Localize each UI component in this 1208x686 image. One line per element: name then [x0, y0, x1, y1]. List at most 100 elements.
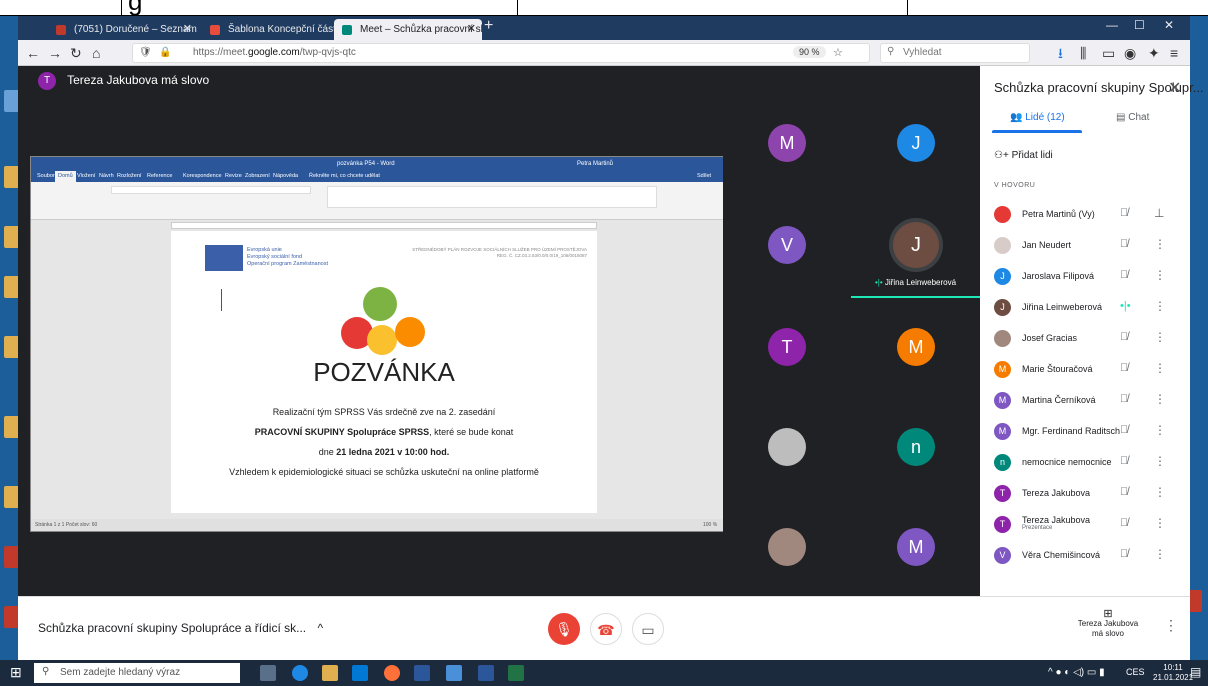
more-icon[interactable]: ⋮ [1154, 454, 1166, 468]
hangup-button[interactable]: ☎ [590, 613, 622, 645]
download-icon[interactable]: ⭳ [1058, 44, 1063, 62]
participant-row[interactable]: V Věra Chemišincová 🎙̸ ⋮ [980, 541, 1190, 572]
mic-off-button[interactable]: 🎙 [548, 613, 580, 645]
tab-chat[interactable]: ▤ Chat [1116, 112, 1149, 123]
more-options-icon[interactable]: ⋮ [1164, 617, 1178, 634]
reload-icon[interactable]: ↻ [70, 44, 82, 62]
more-icon[interactable]: ⋮ [1154, 547, 1166, 561]
back-icon[interactable]: ← [26, 44, 40, 62]
tile-avatar[interactable]: n [897, 428, 935, 466]
close-icon[interactable]: ✕ [1168, 78, 1181, 98]
minimize-icon[interactable]: — [1106, 18, 1118, 32]
tile-avatar[interactable]: T [768, 328, 806, 366]
forward-icon[interactable]: → [48, 44, 62, 62]
notification-icon[interactable]: ▤ [1190, 665, 1201, 679]
bookmark-star-icon[interactable]: ☆ [833, 46, 843, 59]
tab-people[interactable]: 👥 Lidé (12) [1010, 112, 1065, 123]
clock[interactable]: 10:11 21.01.2021 [1153, 663, 1193, 683]
more-icon[interactable]: ⋮ [1154, 516, 1166, 530]
tile-photo-avatar[interactable] [768, 428, 806, 466]
task-view-icon[interactable] [260, 665, 276, 681]
participant-name: Josef Gracias [1022, 333, 1078, 343]
participant-name: Mgr. Ferdinand Raditsch [1022, 426, 1121, 436]
search-icon: ⚲ [42, 666, 50, 677]
participant-row[interactable]: T Tereza Jakubova Prezentace 🎙̸ ⋮ [980, 510, 1190, 541]
word-styles [327, 186, 657, 208]
shield-icon[interactable]: 🛡 [139, 47, 152, 58]
more-icon[interactable]: ⋮ [1154, 299, 1166, 313]
library-icon[interactable]: ⫼ [1080, 44, 1086, 62]
excel-icon[interactable] [508, 665, 524, 681]
participant-row[interactable]: T Tereza Jakubova 🎙̸ ⋮ [980, 479, 1190, 510]
present-now-button[interactable]: ⊞ Tereza Jakubova má slovo [1068, 609, 1148, 639]
close-icon[interactable]: ✕ [183, 19, 192, 40]
close-window-icon[interactable]: ✕ [1164, 18, 1174, 32]
more-icon[interactable]: ⋮ [1154, 361, 1166, 375]
participant-row[interactable]: Petra Martinů (Vy) 🎙̸ ⊥ [980, 200, 1190, 231]
more-icon[interactable]: ⋮ [1154, 330, 1166, 344]
word-menu: Soubor Domů Vložení Návrh Rozložení Refe… [31, 171, 724, 182]
participant-row[interactable]: Jan Neudert 🎙̸ ⋮ [980, 231, 1190, 262]
active-tile[interactable]: J •|• Jiřina Leinweberová [851, 206, 980, 308]
tab-meet[interactable]: Meet – Schůzka pracovní sk ✕ [334, 19, 482, 40]
tab-email[interactable]: (7051) Doručené – Seznam Ema ✕ [48, 19, 198, 40]
zoom-badge[interactable]: 90 % [793, 46, 826, 58]
eu-line: Evropský sociální fond [247, 254, 303, 260]
header-line: REG. Č. CZ.03.2.63/0.0/0.0/19_106/001508… [496, 253, 587, 258]
taskbar-search[interactable]: ⚲ Sem zadejte hledaný výraz [34, 663, 240, 683]
sprss-logo-icon [341, 287, 427, 359]
language-indicator[interactable]: CES [1126, 667, 1145, 677]
home-icon[interactable]: ⌂ [92, 44, 100, 62]
tile-avatar[interactable]: M [768, 124, 806, 162]
more-icon[interactable]: ⋮ [1154, 392, 1166, 406]
more-icon[interactable]: ⋮ [1154, 485, 1166, 499]
tray-icons[interactable]: ^ ● ◐ ◁) ▭ ▮ [1048, 667, 1105, 678]
extension-icon[interactable]: ✦ [1148, 44, 1160, 62]
camera-button[interactable]: ▭ [632, 613, 664, 645]
more-icon[interactable]: ⋮ [1154, 423, 1166, 437]
more-icon[interactable]: ⋮ [1154, 268, 1166, 282]
search-input[interactable]: ⚲ Vyhledat [880, 43, 1030, 63]
participant-row[interactable]: J Jaroslava Filipová 🎙̸ ⋮ [980, 262, 1190, 293]
participant-row[interactable]: M Mgr. Ferdinand Raditsch 🎙̸ ⋮ [980, 417, 1190, 448]
new-tab-button[interactable]: + [484, 17, 493, 35]
edge-icon[interactable] [292, 665, 308, 681]
outlook-icon[interactable] [352, 665, 368, 681]
tile-avatar[interactable]: V [768, 226, 806, 264]
word-menu-item: Nápověda [273, 173, 299, 179]
more-icon[interactable]: ⋮ [1154, 237, 1166, 251]
participant-row[interactable]: M Martina Černíková 🎙̸ ⋮ [980, 386, 1190, 417]
pin-icon[interactable]: ⊥ [1154, 206, 1164, 220]
doc-line: Vzhledem k epidemiologické situaci se sc… [229, 467, 539, 477]
tile-avatar[interactable]: J [897, 124, 935, 162]
word-app-icon[interactable] [414, 665, 430, 681]
participant-row[interactable]: J Jiřina Leinweberová •|• ⋮ [980, 293, 1190, 324]
url-bar[interactable]: 🛡 🔒 https://meet.google.com/twp-qvjs-qtc… [132, 43, 870, 63]
lock-icon[interactable]: 🔒 [159, 47, 171, 58]
close-icon[interactable]: ✕ [467, 19, 476, 40]
chat-icon: ▤ [1116, 112, 1126, 123]
windows-start-icon[interactable]: ⊞ [10, 664, 22, 681]
menu-icon[interactable]: ≡ [1170, 44, 1178, 62]
maximize-icon[interactable]: ☐ [1134, 18, 1145, 32]
search-placeholder: Vyhledat [903, 47, 942, 58]
tile-photo-avatar[interactable] [768, 528, 806, 566]
participant-row[interactable]: n nemocnice nemocnice 🎙̸ ⋮ [980, 448, 1190, 479]
explorer-icon[interactable] [322, 665, 338, 681]
participant-row[interactable]: M Marie Štouračová 🎙̸ ⋮ [980, 355, 1190, 386]
firefox-icon[interactable] [384, 665, 400, 681]
tile-avatar[interactable]: M [897, 528, 935, 566]
word-menu-item: Korespondence [183, 173, 222, 179]
tab-document[interactable]: Šablona Koncepční části SCLLD ✕ [202, 19, 352, 40]
reader-icon[interactable]: ▭ [1102, 44, 1115, 62]
word-menu-item: Reference [147, 173, 173, 179]
add-people-button[interactable]: ⚇+ Přidat lidi [994, 150, 1053, 161]
mic-off-icon: 🎙̸ [1120, 362, 1129, 374]
word-icon[interactable] [478, 665, 494, 681]
account-icon[interactable]: ◉ [1124, 44, 1136, 62]
app-icon[interactable] [446, 665, 462, 681]
meeting-details-button[interactable]: Schůzka pracovní skupiny Spolupráce a ří… [38, 621, 323, 635]
seznam-icon [56, 25, 66, 35]
tile-avatar[interactable]: M [897, 328, 935, 366]
participant-row[interactable]: Josef Gracias 🎙̸ ⋮ [980, 324, 1190, 355]
